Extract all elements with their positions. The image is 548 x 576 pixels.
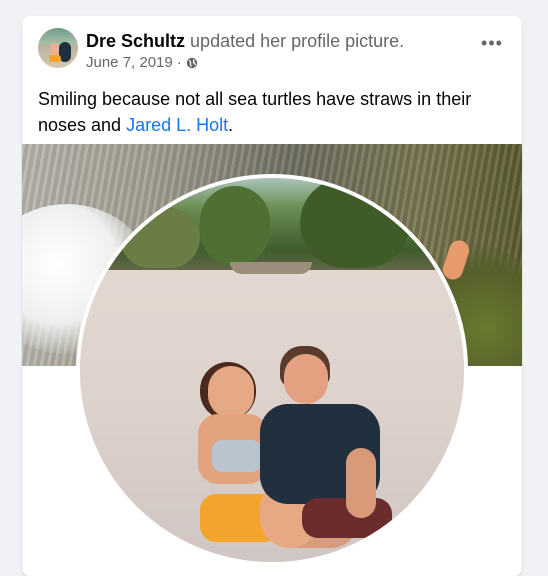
- photo-tree: [120, 208, 200, 268]
- avatar-sky: [38, 28, 78, 44]
- author-name[interactable]: Dre Schultz: [86, 31, 185, 51]
- globe-icon[interactable]: [186, 57, 198, 69]
- post-text-body: Smiling because not all sea turtles have…: [38, 89, 472, 135]
- post-headline: Dre Schultz updated her profile picture.: [86, 30, 482, 52]
- avatar-detail: [49, 55, 61, 62]
- photo-person-left-face: [208, 366, 254, 418]
- more-options-icon[interactable]: •••: [478, 34, 506, 58]
- post-text: Smiling because not all sea turtles have…: [38, 86, 502, 138]
- photo-person-right-arm: [346, 448, 376, 518]
- profile-picture[interactable]: [76, 174, 468, 566]
- photo-tree: [300, 178, 410, 268]
- post-card: Dre Schultz updated her profile picture.…: [22, 16, 522, 576]
- post-header: Dre Schultz updated her profile picture.…: [86, 30, 482, 72]
- tagged-person-link[interactable]: Jared L. Holt: [126, 115, 228, 135]
- post-action: updated her profile picture.: [190, 31, 405, 51]
- meta-separator: ·: [176, 54, 182, 71]
- photo-boat: [230, 262, 312, 274]
- photo-person-left-top: [212, 440, 262, 472]
- photo-trees: [80, 178, 464, 274]
- author-avatar[interactable]: [38, 28, 78, 68]
- post-meta: June 7, 2019 ·: [86, 54, 482, 72]
- photo-person-right-face: [284, 354, 328, 404]
- photo-tree: [200, 186, 270, 266]
- post-text-end: .: [228, 115, 234, 135]
- post-date[interactable]: June 7, 2019: [86, 54, 173, 72]
